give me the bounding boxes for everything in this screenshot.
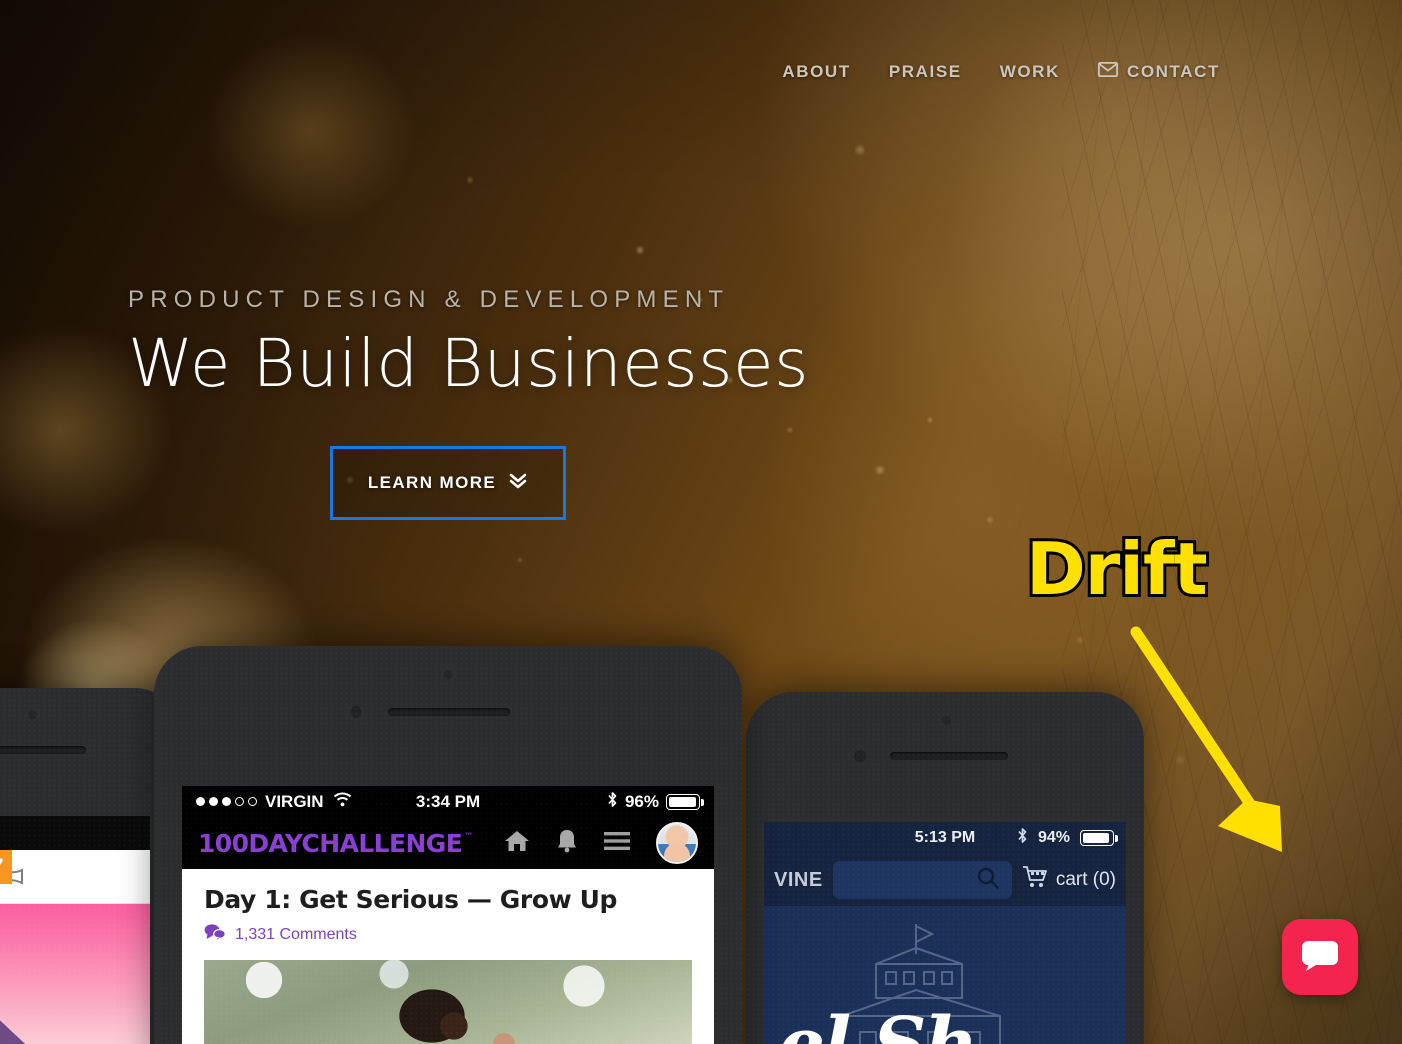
wifi-icon [333, 792, 352, 812]
app-logo[interactable]: 100DAYCHALLENGE ™ [198, 829, 473, 858]
ios-status-right: 96% [607, 791, 704, 813]
battery-percent: 94% [1037, 829, 1070, 846]
phone-right-statusbar: 5:13 PM 94% [764, 822, 1126, 854]
comments-icon [204, 923, 226, 946]
battery-percent: 96% [624, 791, 659, 811]
bell-icon[interactable] [556, 828, 578, 858]
nav-item-contact[interactable]: CONTACT [1097, 61, 1220, 82]
count-badge: 17 [0, 850, 13, 884]
search-icon [976, 866, 1000, 895]
phone-right-navbar: VINE cart (0) [764, 854, 1126, 906]
badge-row: 9 17 [0, 850, 150, 904]
earpiece-speaker [0, 746, 86, 754]
phone-left-content: 9 17 [0, 850, 150, 1044]
hero-eyebrow: PRODUCT DESIGN & DEVELOPMENT [128, 286, 730, 313]
status-time: 3:34 PM [415, 791, 481, 811]
status-time: 5:13 PM [914, 829, 976, 846]
nav-item-label: CONTACT [1126, 62, 1220, 81]
page-title: We Build Businesses [128, 325, 810, 402]
avatar[interactable] [656, 822, 698, 864]
trademark-symbol: ™ [464, 831, 473, 842]
front-camera-icon [942, 716, 951, 725]
front-camera-icon [28, 710, 37, 719]
hero-script-text: el Sh [778, 1002, 978, 1044]
front-camera-icon [444, 670, 453, 679]
learn-more-button[interactable]: LEARN MORE [330, 446, 566, 520]
envelope-icon [1097, 61, 1118, 82]
earpiece-speaker [388, 708, 510, 716]
app-logo-text: 100DAYCHALLENGE [198, 828, 463, 858]
phone-right-screen: 5:13 PM 94% VINE cart (0) [764, 822, 1126, 1044]
signal-strength-icon [196, 797, 257, 806]
nav-item-work[interactable]: WORK [1000, 62, 1060, 82]
bluetooth-icon [1017, 827, 1028, 849]
app-header-icons [504, 822, 698, 864]
app-header: 100DAYCHALLENGE ™ [182, 817, 714, 869]
comments-count: 1,331 Comments [235, 925, 357, 943]
drift-annotation-label: Drift [1023, 524, 1211, 614]
phone-left-screen: 9:27 AM 9 17 [0, 816, 150, 1044]
phone-mockup-right: 5:13 PM 94% VINE cart (0) [746, 692, 1144, 1044]
carrier-label: VIRGIN [265, 791, 324, 811]
drift-chat-button[interactable] [1282, 919, 1358, 995]
arrow-down-right-icon [1130, 620, 1320, 875]
chat-bubble-icon [1300, 937, 1340, 978]
nav-item-label: PRAISE [888, 62, 962, 81]
nav-item-praise[interactable]: PRAISE [889, 62, 962, 82]
earpiece-speaker [890, 752, 1008, 760]
search-input[interactable] [832, 861, 1012, 899]
sensor-icon [854, 750, 866, 762]
battery-icon [1080, 830, 1118, 846]
phone-center-screen: VIRGIN 3:34 PM 96% 100DAYCHALLENGE ™ Day… [182, 786, 714, 1044]
phone-mockup-center: VIRGIN 3:34 PM 96% 100DAYCHALLENGE ™ Day… [154, 646, 742, 1044]
nav-item-about[interactable]: ABOUT [782, 62, 850, 82]
main-navigation: ABOUT PRAISE WORK CONTACT [0, 61, 1402, 82]
hero-copy: PRODUCT DESIGN & DEVELOPMENT We Build Bu… [128, 286, 809, 399]
hero-page: ABOUT PRAISE WORK CONTACT PRODUCT DESIGN… [0, 0, 1402, 1044]
ios-statusbar: VIRGIN 3:34 PM 96% [182, 786, 714, 817]
bluetooth-icon [607, 791, 618, 813]
chevron-double-down-icon [508, 472, 528, 495]
home-icon[interactable] [504, 829, 530, 858]
post-photo [204, 960, 692, 1044]
sensor-icon [350, 706, 362, 718]
battery-icon [666, 793, 704, 810]
phone-left-statusbar: 9:27 AM [0, 816, 150, 850]
nav-item-label: ABOUT [782, 62, 851, 81]
brand-label: VINE [774, 868, 823, 891]
mountain-illustration [0, 1011, 80, 1044]
shopping-cart-icon [1022, 865, 1049, 895]
phone-right-hero: el Sh [764, 906, 1126, 1044]
cart-button[interactable]: cart (0) [1022, 865, 1116, 895]
nav-item-label: WORK [999, 62, 1060, 81]
phone-left-photo [0, 904, 150, 1044]
post-title: Day 1: Get Serious — Grow Up [204, 885, 618, 914]
cart-label: cart (0) [1055, 869, 1116, 890]
learn-more-label: LEARN MORE [367, 473, 497, 492]
post-meta[interactable]: 1,331 Comments [204, 923, 692, 946]
hamburger-menu-icon[interactable] [604, 830, 630, 857]
post-area: Day 1: Get Serious — Grow Up 1,331 Comme… [182, 869, 714, 1044]
